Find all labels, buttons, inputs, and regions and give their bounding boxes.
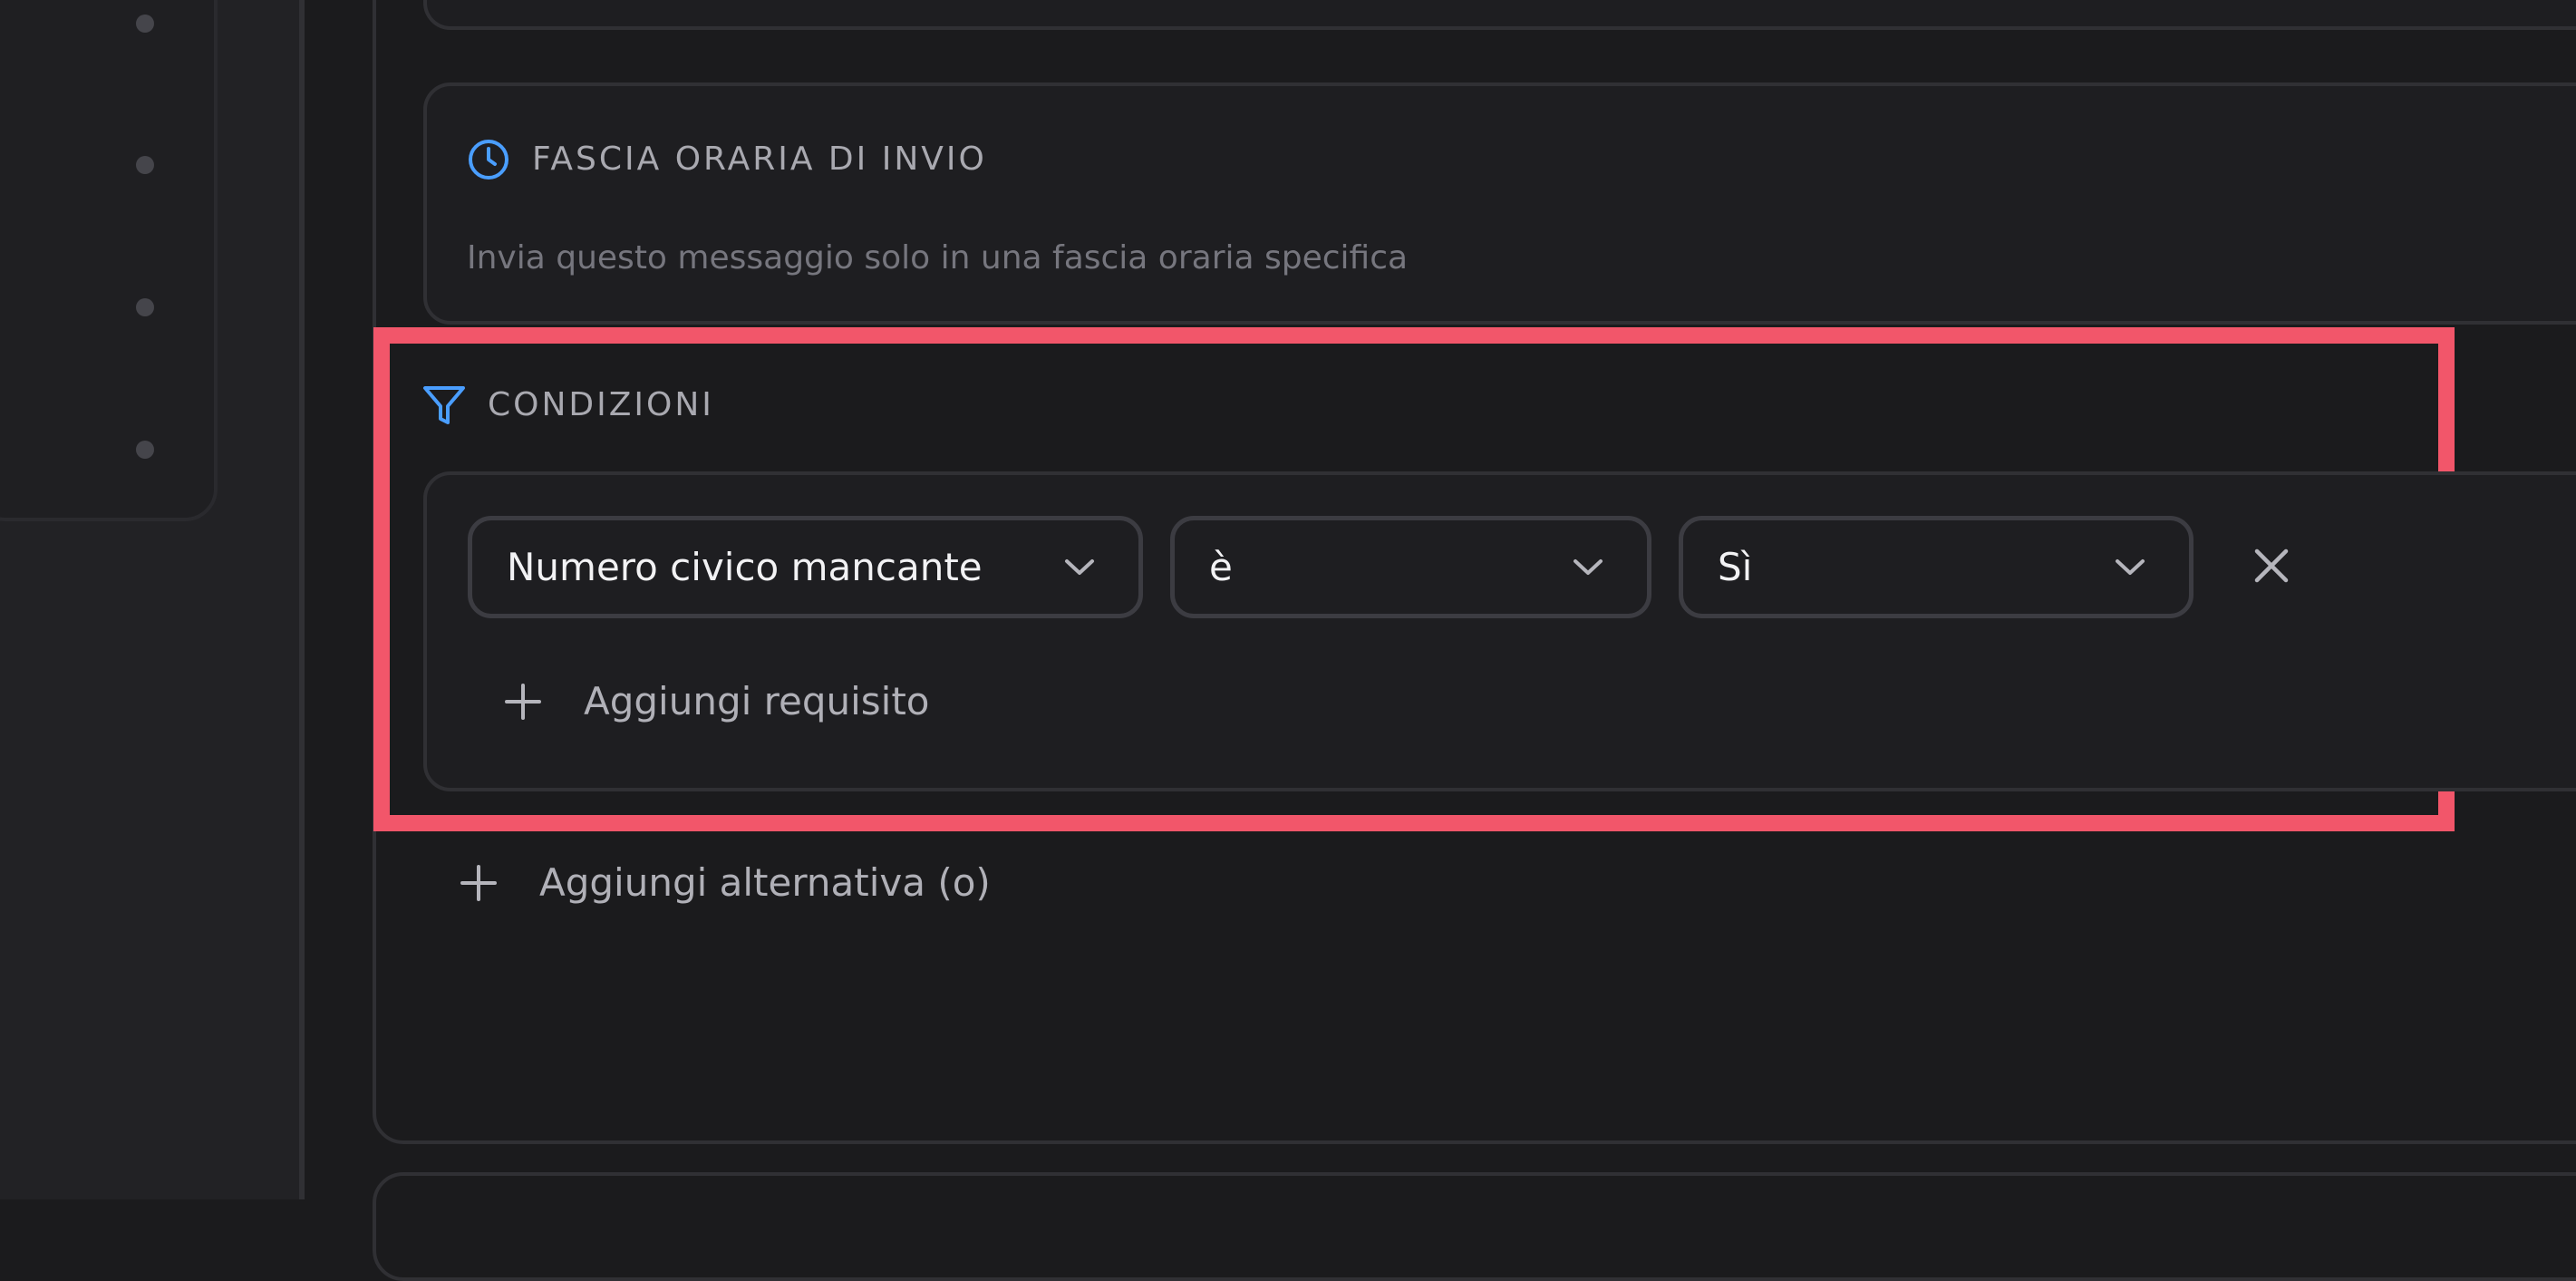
- chevron-down-icon: [1065, 559, 1094, 575]
- sidebar-step-list: [0, 0, 218, 521]
- add-alternative-label: Aggiungi alternativa (o): [539, 860, 991, 905]
- plus-icon: [460, 865, 497, 901]
- add-alternative-button[interactable]: Aggiungi alternativa (o): [456, 859, 1018, 907]
- condition-operator-value: è: [1209, 545, 1233, 589]
- previous-section-card: [423, 0, 2576, 30]
- step-dot[interactable]: [136, 156, 154, 174]
- step-dot[interactable]: [136, 298, 154, 316]
- clock-icon: [469, 140, 508, 180]
- add-requirement-label: Aggiungi requisito: [584, 679, 930, 723]
- plus-icon: [505, 684, 541, 720]
- step-dot[interactable]: [136, 15, 154, 33]
- add-requirement-button[interactable]: Aggiungi requisito: [500, 677, 972, 726]
- chevron-down-icon: [2116, 559, 2145, 575]
- condition-field-select[interactable]: Numero civico mancante: [468, 516, 1143, 618]
- condition-field-value: Numero civico mancante: [507, 545, 983, 589]
- condition-operator-select[interactable]: è: [1170, 516, 1651, 618]
- next-section-card: [373, 1172, 2576, 1281]
- condition-value-value: Sì: [1718, 545, 1753, 589]
- vertical-divider: [299, 0, 305, 1199]
- time-window-title: FASCIA ORARIA DI INVIO: [532, 141, 987, 178]
- chevron-down-icon: [1574, 559, 1603, 575]
- time-window-description: Invia questo messaggio solo in una fasci…: [467, 239, 1409, 277]
- step-dot[interactable]: [136, 441, 154, 459]
- time-window-card[interactable]: [423, 82, 2576, 325]
- remove-requirement-icon[interactable]: [2253, 548, 2290, 584]
- conditions-title: CONDIZIONI: [488, 386, 714, 423]
- filter-icon: [423, 386, 465, 424]
- condition-value-select[interactable]: Sì: [1679, 516, 2193, 618]
